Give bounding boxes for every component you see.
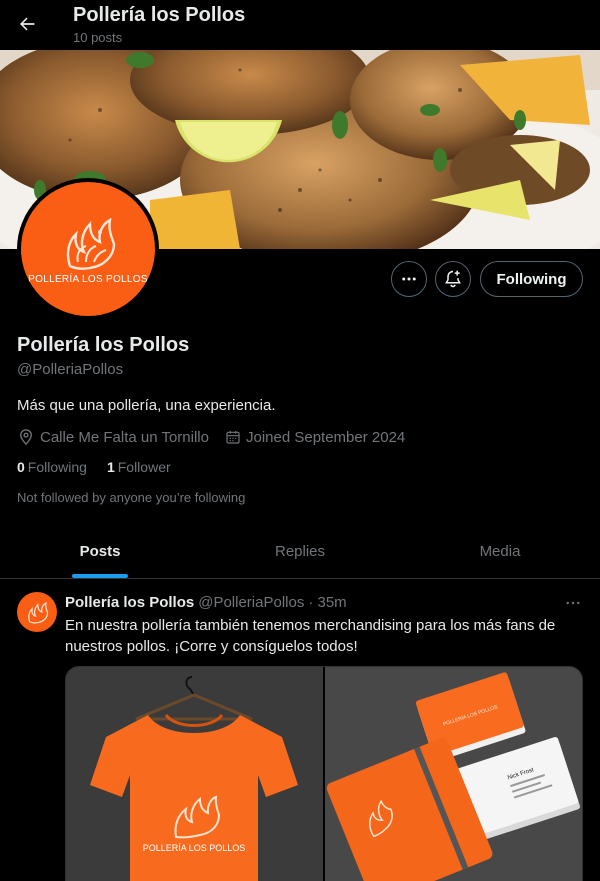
avatar-logo: POLLERÍA LOS POLLOS bbox=[21, 182, 155, 316]
post-time[interactable]: · 35m bbox=[308, 594, 346, 611]
avatar-brand-text: POLLERÍA LOS POLLOS bbox=[28, 273, 148, 285]
tab-posts[interactable]: Posts bbox=[0, 525, 200, 578]
followers-stat[interactable]: 1 Follower bbox=[107, 459, 171, 475]
following-count: 0 bbox=[17, 459, 25, 475]
post-author-avatar[interactable] bbox=[17, 592, 57, 632]
post-item[interactable]: Pollería los Pollos @PolleriaPollos · 35… bbox=[0, 580, 600, 881]
back-arrow-icon bbox=[20, 17, 35, 31]
profile-meta: Calle Me Falta un Tornillo Joined Septem… bbox=[17, 428, 421, 446]
following-stat[interactable]: 0 Following bbox=[17, 459, 87, 475]
back-button[interactable] bbox=[10, 7, 44, 41]
followers-count: 1 bbox=[106, 459, 115, 475]
header-title: Pollería los Pollos bbox=[73, 4, 246, 26]
profile-bio: Más que una pollería, una experiencia. bbox=[17, 397, 276, 414]
joined-text: Joined September 2024 bbox=[245, 428, 406, 446]
profile-avatar[interactable]: POLLERÍA LOS POLLOS bbox=[17, 178, 159, 320]
profile-header: Pollería los Pollos 10 posts bbox=[0, 0, 600, 50]
following-button[interactable]: Following bbox=[480, 261, 583, 297]
post-author-handle[interactable]: @PolleriaPollos bbox=[198, 594, 304, 611]
location-item: Calle Me Falta un Tornillo bbox=[17, 428, 209, 446]
location-text: Calle Me Falta un Tornillo bbox=[40, 428, 209, 446]
followers-label: Follower bbox=[117, 459, 171, 475]
location-icon bbox=[20, 429, 32, 446]
following-label: Following bbox=[27, 459, 87, 475]
profile-handle: @PolleriaPollos bbox=[17, 361, 124, 378]
notification-add-icon bbox=[445, 270, 461, 288]
post-header: Pollería los Pollos @PolleriaPollos · 35… bbox=[65, 594, 347, 611]
more-icon bbox=[402, 277, 416, 281]
post-count: 10 posts bbox=[73, 30, 123, 45]
follow-stats: 0 Following 1 Follower bbox=[17, 459, 191, 475]
tab-replies-label: Replies bbox=[274, 543, 326, 560]
notifications-button[interactable] bbox=[435, 261, 471, 297]
display-name: Pollería los Pollos bbox=[17, 334, 190, 356]
post-more-button[interactable] bbox=[560, 590, 586, 616]
more-options-button[interactable] bbox=[391, 261, 427, 297]
not-followed-note: Not followed by anyone you’re following bbox=[17, 490, 246, 505]
tab-media[interactable]: Media bbox=[400, 525, 600, 578]
more-icon bbox=[566, 601, 580, 605]
calendar-icon bbox=[226, 431, 240, 444]
phoenix-logo-icon bbox=[28, 601, 49, 624]
tshirt-brand-text: POLLERÍA LOS POLLOS bbox=[143, 843, 246, 853]
post-author-name[interactable]: Pollería los Pollos bbox=[65, 594, 194, 611]
tab-media-label: Media bbox=[479, 543, 521, 560]
tab-posts-label: Posts bbox=[79, 543, 121, 560]
tab-replies[interactable]: Replies bbox=[200, 525, 400, 578]
post-media: POLLERÍA LOS POLLOS POLLERÍA LOS POLLOS … bbox=[65, 666, 583, 881]
post-text: En nuestra pollería también tenemos merc… bbox=[65, 617, 556, 655]
profile-tabs: Posts Replies Media bbox=[0, 525, 600, 579]
joined-item: Joined September 2024 bbox=[225, 429, 405, 446]
active-tab-indicator bbox=[72, 574, 128, 578]
media-stationery-image[interactable]: POLLERÍA LOS POLLOS Nick Frost bbox=[325, 667, 582, 881]
phoenix-logo-icon bbox=[66, 217, 116, 270]
media-tshirt-image[interactable]: POLLERÍA LOS POLLOS bbox=[66, 667, 323, 881]
